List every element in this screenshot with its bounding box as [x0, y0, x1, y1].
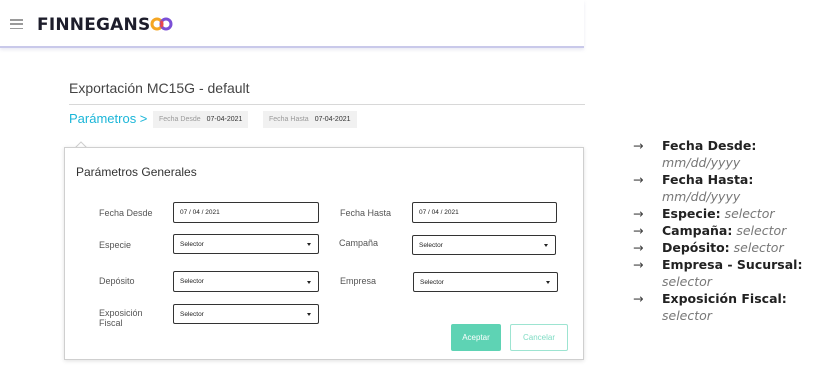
- top-app-bar: FINNEGANS: [0, 0, 584, 48]
- exposicion-fiscal-select-value: Selector: [180, 310, 204, 318]
- arrow-right-icon: →: [633, 240, 644, 255]
- note-key: Exposición Fiscal:: [662, 291, 787, 306]
- arrow-right-icon: →: [633, 291, 644, 306]
- exposicion-fiscal-label-line2: Fiscal: [99, 318, 123, 328]
- parameters-dialog: Parámetros Generales Fecha Desde 07 / 04…: [64, 147, 584, 360]
- fecha-desde-label: Fecha Desde: [99, 208, 153, 218]
- list-item: → Especie: selector: [633, 205, 831, 222]
- field-format-notes: → Fecha Desde: mm/dd/yyyy → Fecha Hasta:…: [633, 137, 831, 324]
- brand-logo-icon: [150, 17, 173, 31]
- param-chip-value: 07-04-2021: [206, 116, 243, 123]
- especie-select-value: Selector: [180, 240, 204, 248]
- arrow-right-icon: →: [633, 223, 644, 238]
- chevron-down-icon: [307, 280, 311, 284]
- empresa-label: Empresa: [340, 276, 377, 286]
- note-value: selector: [733, 240, 784, 255]
- arrow-right-icon: →: [633, 257, 644, 272]
- brand-name: FINNEGANS: [37, 15, 151, 35]
- chevron-down-icon: [544, 244, 548, 247]
- page-title: Exportación MC15G - default: [69, 80, 250, 96]
- deposito-label: Depósito: [99, 276, 135, 286]
- note-value: mm/dd/yyyy: [662, 189, 741, 204]
- campana-label: Campaña: [339, 238, 379, 248]
- list-item: → Fecha Hasta: mm/dd/yyyy: [633, 171, 831, 205]
- note-value: mm/dd/yyyy: [662, 155, 741, 170]
- chevron-down-icon: [546, 281, 550, 284]
- list-item: → Exposición Fiscal: selector: [633, 290, 831, 324]
- list-item: → Fecha Desde: mm/dd/yyyy: [633, 137, 831, 171]
- deposito-select-value: Selector: [180, 278, 204, 285]
- dialog-title: Parámetros Generales: [76, 165, 197, 179]
- menu-icon[interactable]: [10, 19, 23, 29]
- fecha-hasta-input[interactable]: 07 / 04 / 2021: [412, 202, 557, 223]
- exposicion-fiscal-select[interactable]: Selector: [173, 304, 319, 324]
- accept-button[interactable]: Aceptar: [451, 324, 501, 351]
- arrow-right-icon: →: [633, 172, 644, 187]
- note-key: Especie:: [662, 206, 721, 221]
- note-key: Depósito:: [662, 240, 730, 255]
- empresa-select[interactable]: Selector: [413, 272, 558, 292]
- divider: [69, 104, 585, 105]
- list-item: → Campaña: selector: [633, 222, 831, 239]
- param-chip-value: 07-04-2021: [314, 116, 351, 123]
- note-value: selector: [724, 206, 775, 221]
- parameters-link[interactable]: Parámetros >: [69, 111, 147, 126]
- note-key: Empresa - Sucursal:: [662, 257, 803, 272]
- campana-select-value: Selector: [419, 241, 443, 249]
- note-key: Fecha Desde:: [662, 138, 757, 153]
- chevron-down-icon: [307, 313, 311, 316]
- note-key: Campaña:: [662, 223, 733, 238]
- fecha-hasta-label: Fecha Hasta: [340, 208, 392, 218]
- arrow-right-icon: →: [633, 138, 644, 153]
- param-chip-fecha-hasta: Fecha Hasta 07-04-2021: [263, 111, 357, 128]
- list-item: → Depósito: selector: [633, 239, 831, 256]
- fecha-desde-input[interactable]: 07 / 04 / 2021: [173, 202, 319, 223]
- param-chip-key: Fecha Hasta: [269, 116, 309, 123]
- note-key: Fecha Hasta:: [662, 172, 754, 187]
- note-value: selector: [662, 308, 712, 323]
- note-value: selector: [736, 223, 787, 238]
- campana-select[interactable]: Selector: [412, 235, 556, 255]
- param-chip-key: Fecha Desde: [159, 116, 201, 123]
- param-chip-fecha-desde: Fecha Desde 07-04-2021: [153, 111, 249, 128]
- cancel-button[interactable]: Cancelar: [510, 324, 568, 351]
- especie-select[interactable]: Selector: [173, 234, 319, 254]
- arrow-right-icon: →: [633, 206, 644, 221]
- especie-label: Especie: [99, 240, 132, 250]
- chevron-down-icon: [307, 243, 311, 246]
- list-item: → Empresa - Sucursal: selector: [633, 256, 831, 290]
- deposito-select[interactable]: Selector: [173, 271, 319, 292]
- note-value: selector: [662, 274, 712, 289]
- exposicion-fiscal-label-line1: Exposición: [99, 308, 143, 318]
- exposicion-fiscal-label: Exposición Fiscal: [99, 308, 143, 328]
- empresa-select-value: Selector: [420, 278, 444, 286]
